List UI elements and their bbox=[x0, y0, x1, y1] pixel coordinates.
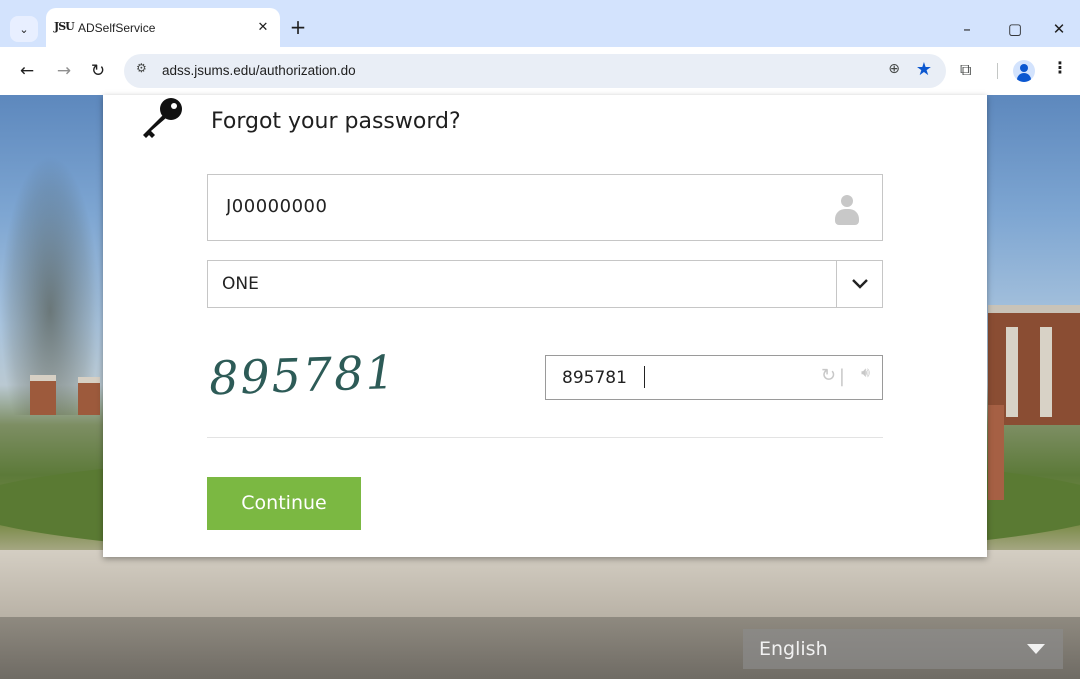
url-text[interactable]: adss.jsums.edu/authorization.do bbox=[162, 63, 356, 78]
continue-button[interactable]: Continue bbox=[207, 477, 361, 530]
username-input[interactable] bbox=[226, 196, 806, 217]
captcha-image: 895781 bbox=[208, 345, 397, 406]
language-select[interactable]: English bbox=[743, 629, 1063, 669]
refresh-icon[interactable]: ↻ bbox=[821, 365, 836, 386]
key-icon bbox=[143, 98, 182, 138]
site-info-icon[interactable]: ⚙ bbox=[136, 61, 147, 75]
extensions-puzzle-icon[interactable]: ⧉ bbox=[960, 60, 971, 80]
icon-separator: | bbox=[838, 366, 845, 387]
browser-toolbar: ← → ↻ ⚙ adss.jsums.edu/authorization.do … bbox=[0, 47, 1080, 95]
captcha-field[interactable]: ↻ | 🔊︎ bbox=[545, 355, 883, 400]
background-sidewalk bbox=[0, 550, 1080, 620]
browser-tabstrip: ⌄ JSU ADSelfService ✕ + – ▢ ✕ bbox=[0, 0, 1080, 47]
domain-select[interactable]: ONE bbox=[207, 260, 883, 308]
page-title: Forgot your password? bbox=[211, 109, 461, 134]
username-field[interactable] bbox=[207, 174, 883, 241]
background-pillar bbox=[78, 377, 100, 415]
reload-icon[interactable]: ↻ bbox=[86, 59, 110, 83]
chevron-down-icon: ⌄ bbox=[19, 22, 29, 36]
captcha-input[interactable] bbox=[562, 368, 782, 388]
toolbar-separator bbox=[997, 63, 998, 79]
address-bar[interactable]: ⚙ adss.jsums.edu/authorization.do ⊕ ★ bbox=[124, 54, 946, 88]
form-divider bbox=[207, 437, 883, 438]
forward-arrow-icon[interactable]: → bbox=[52, 59, 76, 83]
dropdown-triangle-icon[interactable] bbox=[1027, 644, 1045, 654]
bookmark-star-icon[interactable]: ★ bbox=[916, 59, 932, 80]
background-pillar bbox=[988, 405, 1004, 500]
tab-search-button[interactable]: ⌄ bbox=[10, 16, 38, 42]
captcha-text: 895781 bbox=[208, 345, 397, 406]
background-pillar bbox=[30, 375, 56, 415]
forgot-password-card: Forgot your password? ONE 895781 ↻ | 🔊︎ … bbox=[103, 95, 987, 557]
tab-title: ADSelfService bbox=[78, 21, 156, 35]
domain-select-value: ONE bbox=[222, 274, 259, 294]
back-arrow-icon[interactable]: ← bbox=[15, 59, 39, 83]
close-tab-icon[interactable]: ✕ bbox=[252, 17, 274, 39]
minimize-icon[interactable]: – bbox=[944, 14, 990, 44]
language-select-value: English bbox=[759, 638, 828, 660]
zoom-icon[interactable]: ⊕ bbox=[888, 61, 900, 77]
window-close-icon[interactable]: ✕ bbox=[1036, 14, 1080, 44]
text-caret bbox=[644, 366, 645, 388]
maximize-icon[interactable]: ▢ bbox=[992, 14, 1038, 44]
profile-avatar-icon[interactable] bbox=[1013, 60, 1035, 82]
chevron-down-icon[interactable] bbox=[836, 261, 882, 307]
audio-icon[interactable]: 🔊︎ bbox=[861, 365, 870, 381]
new-tab-button[interactable]: + bbox=[286, 16, 310, 40]
jsu-favicon-icon: JSU bbox=[54, 20, 75, 33]
user-icon bbox=[834, 195, 860, 227]
browser-tab-active[interactable]: JSU ADSelfService ✕ bbox=[46, 8, 280, 47]
kebab-menu-icon[interactable]: ⋮ bbox=[1052, 58, 1068, 77]
